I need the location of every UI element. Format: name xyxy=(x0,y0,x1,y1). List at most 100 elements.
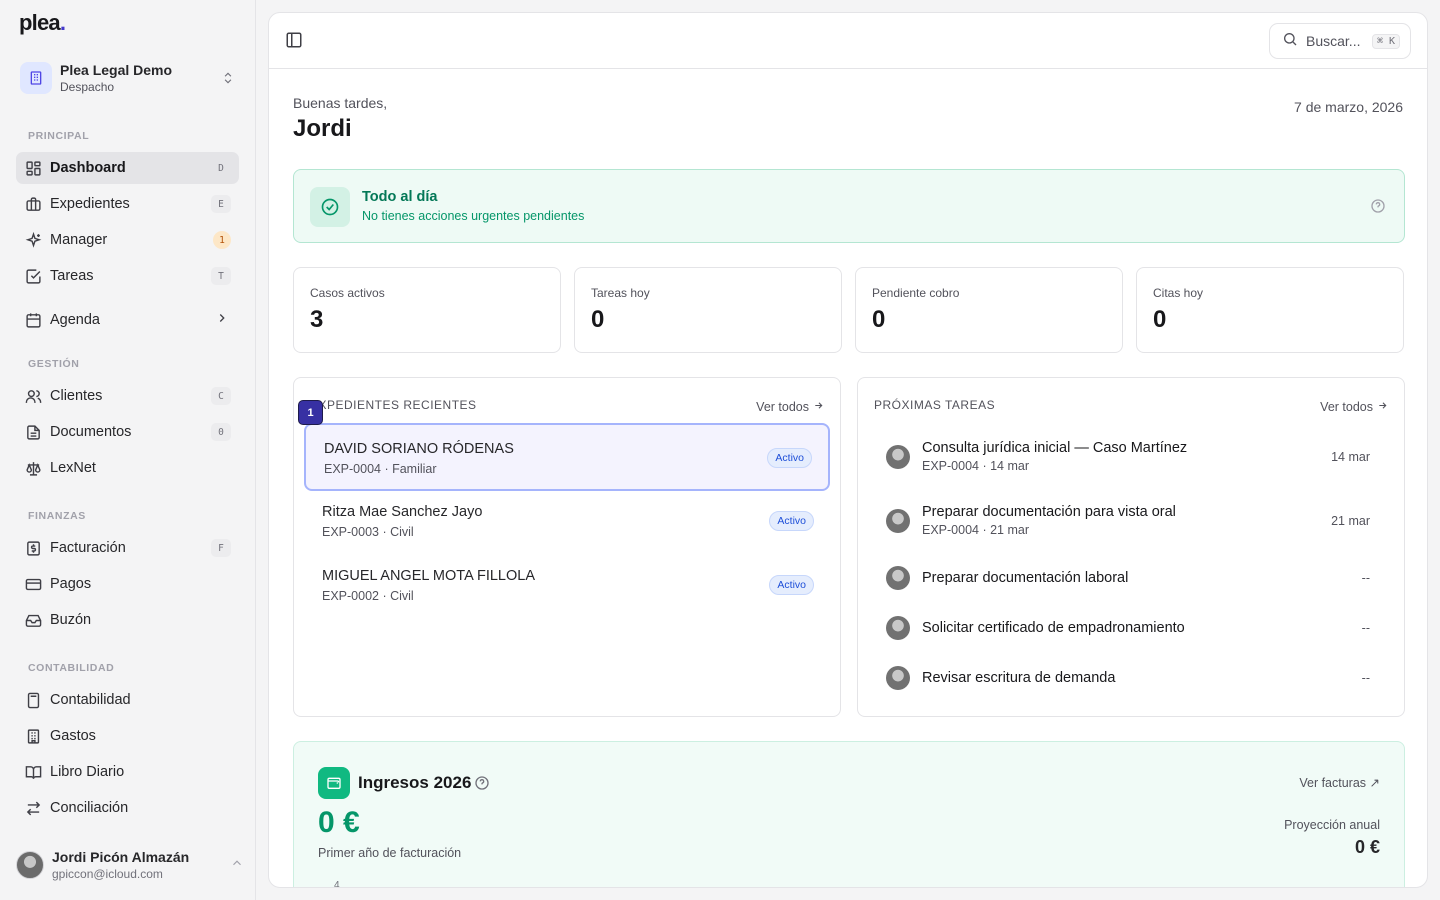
dollar-receipt-icon xyxy=(24,539,42,557)
view-all-cases-link[interactable]: Ver todos xyxy=(756,400,824,414)
stat-value: 0 xyxy=(1153,306,1167,333)
case-meta: EXP-0004 · Familiar xyxy=(324,462,437,476)
view-all-tasks-link[interactable]: Ver todos xyxy=(1320,400,1388,414)
task-date: -- xyxy=(1361,571,1370,585)
user-email: gpiccon@icloud.com xyxy=(52,867,163,881)
sidebar-item-dashboard[interactable]: Dashboard D xyxy=(16,152,239,184)
status-badge: Activo xyxy=(769,511,814,531)
sidebar-item-contabilidad[interactable]: Contabilidad xyxy=(16,684,239,716)
avatar xyxy=(16,851,44,879)
stat-value: 0 xyxy=(872,306,886,333)
stat-card-citas-hoy[interactable]: Citas hoy 0 xyxy=(1136,267,1404,353)
stat-label: Citas hoy xyxy=(1153,286,1204,300)
stat-card-tareas-hoy[interactable]: Tareas hoy 0 xyxy=(574,267,842,353)
projection-label: Proyección anual xyxy=(1284,818,1380,832)
app-logo[interactable]: plea. xyxy=(19,10,66,36)
shortcut-hint: C xyxy=(211,387,231,405)
task-row[interactable]: Preparar documentación para vista oral E… xyxy=(874,496,1382,546)
search-placeholder: Buscar... xyxy=(1306,33,1361,49)
sidebar-item-pagos[interactable]: Pagos xyxy=(16,568,239,600)
task-row[interactable]: Revisar escritura de demanda -- xyxy=(874,653,1382,703)
sidebar-item-label: Facturación xyxy=(50,540,126,556)
sidebar-item-clientes[interactable]: Clientes C xyxy=(16,380,239,412)
sidebar-item-tareas[interactable]: Tareas T xyxy=(16,260,239,292)
search-input[interactable]: Buscar... ⌘ K xyxy=(1269,23,1411,59)
income-title: Ingresos 2026 xyxy=(358,773,472,792)
sidebar-item-label: Expedientes xyxy=(50,196,130,212)
page-title: Jordi xyxy=(293,115,352,142)
sidebar-item-expedientes[interactable]: Expedientes E xyxy=(16,188,239,220)
avatar xyxy=(886,445,910,469)
sidebar-item-manager[interactable]: Manager 1 xyxy=(16,224,239,256)
workspace-name: Plea Legal Demo xyxy=(60,62,173,78)
case-meta: EXP-0002 · Civil xyxy=(322,589,414,603)
case-client-name: MIGUEL ANGEL MOTA FILLOLA xyxy=(322,568,535,584)
calculator-icon xyxy=(24,691,42,709)
case-row[interactable]: MIGUEL ANGEL MOTA FILLOLA EXP-0002 · Civ… xyxy=(304,552,830,620)
case-meta: EXP-0003 · Civil xyxy=(322,525,414,539)
sidebar-item-libro-diario[interactable]: Libro Diario xyxy=(16,756,239,788)
sidebar-item-label: Documentos xyxy=(50,424,132,440)
sidebar-item-conciliacion[interactable]: Conciliación xyxy=(16,792,239,824)
credit-card-icon xyxy=(24,575,42,593)
case-client-name: DAVID SORIANO RÓDENAS xyxy=(324,441,514,457)
check-circle-icon xyxy=(310,187,350,227)
case-client-name: Ritza Mae Sanchez Jayo xyxy=(322,504,483,520)
shortcut-hint: 0 xyxy=(211,423,231,441)
sidebar-item-buzon[interactable]: Buzón xyxy=(16,604,239,636)
search-shortcut: ⌘ K xyxy=(1371,33,1400,49)
arrow-right-icon xyxy=(1377,400,1388,414)
user-menu[interactable]: Jordi Picón Almazán gpiccon@icloud.com xyxy=(16,846,244,884)
case-row[interactable]: Ritza Mae Sanchez Jayo EXP-0003 · Civil … xyxy=(304,488,830,556)
alert-subtitle: No tienes acciones urgentes pendientes xyxy=(362,209,585,223)
section-label-gestion: GESTIÓN xyxy=(28,358,80,370)
file-text-icon xyxy=(24,423,42,441)
briefcase-icon xyxy=(24,195,42,213)
sidebar-toggle-icon[interactable] xyxy=(285,31,305,51)
sidebar-item-facturacion[interactable]: Facturación F xyxy=(16,532,239,564)
workspace-switcher[interactable]: Plea Legal Demo Despacho xyxy=(16,56,240,100)
sidebar-item-label: Dashboard xyxy=(50,160,126,176)
section-label-contabilidad: CONTABILIDAD xyxy=(28,662,115,674)
link-label: Ver todos xyxy=(1320,400,1373,414)
case-row[interactable]: DAVID SORIANO RÓDENAS EXP-0004 · Familia… xyxy=(304,423,830,491)
help-circle-icon[interactable] xyxy=(1370,198,1388,216)
sidebar-item-label: Buzón xyxy=(50,612,92,628)
sidebar: plea. Plea Legal Demo Despacho PRINCIPAL… xyxy=(0,0,256,900)
sidebar-item-documentos[interactable]: Documentos 0 xyxy=(16,416,239,448)
sidebar-item-gastos[interactable]: Gastos xyxy=(16,720,239,752)
book-icon xyxy=(24,763,42,781)
sidebar-item-lexnet[interactable]: LexNet xyxy=(16,452,239,484)
status-badge: Activo xyxy=(769,575,814,595)
task-row[interactable]: Solicitar certificado de empadronamiento… xyxy=(874,603,1382,653)
panel-title: Expedientes recientes xyxy=(310,398,477,412)
inbox-icon xyxy=(24,611,42,629)
sidebar-item-agenda[interactable]: Agenda xyxy=(16,304,239,336)
task-title: Consulta jurídica inicial — Caso Martíne… xyxy=(922,440,1188,456)
stat-card-pendiente-cobro[interactable]: Pendiente cobro 0 xyxy=(855,267,1123,353)
greeting: Buenas tardes, xyxy=(293,95,388,111)
chart-axis-tick: 4 xyxy=(334,880,340,888)
sidebar-item-label: Gastos xyxy=(50,728,96,744)
task-date: 14 mar xyxy=(1331,450,1370,464)
task-row[interactable]: Consulta jurídica inicial — Caso Martíne… xyxy=(874,432,1382,482)
shortcut-hint: T xyxy=(211,267,231,285)
alert-title: Todo al día xyxy=(362,189,438,205)
avatar xyxy=(886,509,910,533)
sidebar-item-label: Pagos xyxy=(50,576,92,592)
panel-title: Próximas tareas xyxy=(874,398,996,412)
task-row[interactable]: Preparar documentación laboral -- xyxy=(874,553,1382,603)
upcoming-tasks-panel: Próximas tareas Ver todos Consulta juríd… xyxy=(857,377,1405,717)
chevron-up-down-icon xyxy=(216,71,240,85)
current-date: 7 de marzo, 2026 xyxy=(1294,99,1403,115)
stat-card-casos-activos[interactable]: Casos activos 3 xyxy=(293,267,561,353)
projection-value: 0 € xyxy=(1354,837,1380,857)
sidebar-item-label: LexNet xyxy=(50,460,96,476)
top-bar: Buscar... ⌘ K xyxy=(269,13,1427,69)
shortcut-hint: E xyxy=(211,195,231,213)
stat-value: 3 xyxy=(310,306,324,333)
help-circle-icon[interactable] xyxy=(474,775,490,791)
view-invoices-link[interactable]: Ver facturas ↗ xyxy=(1299,775,1380,790)
chevron-right-icon xyxy=(215,311,229,330)
user-name: Jordi Picón Almazán xyxy=(52,849,190,865)
